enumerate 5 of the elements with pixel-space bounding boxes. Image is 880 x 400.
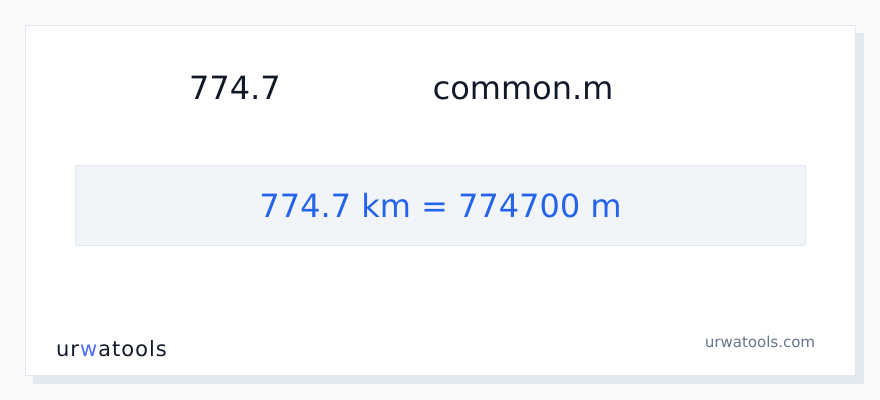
- site-text: urwatools.com: [704, 332, 815, 352]
- logo: urwatools: [56, 339, 168, 360]
- unit-text: common.m: [432, 68, 614, 109]
- value-text: 774.7: [189, 68, 281, 109]
- result-text: 774.7 km = 774700 m: [259, 186, 622, 226]
